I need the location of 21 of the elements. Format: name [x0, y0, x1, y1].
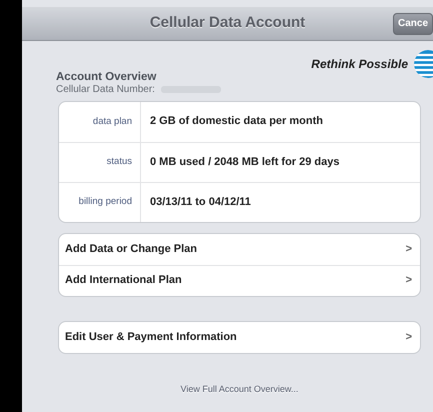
menu-label: Edit User & Payment Information: [65, 330, 237, 345]
number-label: Cellular Data Number:: [56, 84, 155, 95]
menu-label: Add Data or Change Plan: [65, 242, 198, 257]
chevron-icon: >: [406, 272, 412, 289]
section-heading: Account Overview: [56, 71, 158, 84]
detail-value: 2 GB of domestic data per month: [149, 114, 323, 130]
detail-label: data plan: [59, 102, 141, 142]
detail-label: billing period: [59, 182, 141, 222]
detail-value: 03/13/11 to 04/12/11: [149, 194, 251, 210]
menu-label: Add International Plan: [65, 273, 182, 288]
account-overview-link[interactable]: View Full Account Overview...: [180, 384, 298, 394]
tagline: Rethink Possible: [311, 56, 408, 73]
chevron-icon: >: [406, 328, 412, 346]
menu-item[interactable]: Edit User & Payment Information >: [59, 322, 420, 353]
menu-item[interactable]: Add Data or Change Plan >: [59, 234, 420, 265]
detail-value: 0 MB used / 2048 MB left for 29 days: [149, 154, 340, 170]
menu-item[interactable]: Add International Plan >: [59, 264, 420, 296]
window-title: Cellular Data Account: [150, 13, 306, 34]
chevron-icon: >: [406, 240, 412, 258]
detail-label: status: [59, 142, 141, 182]
globe-logo-icon: [413, 49, 433, 79]
